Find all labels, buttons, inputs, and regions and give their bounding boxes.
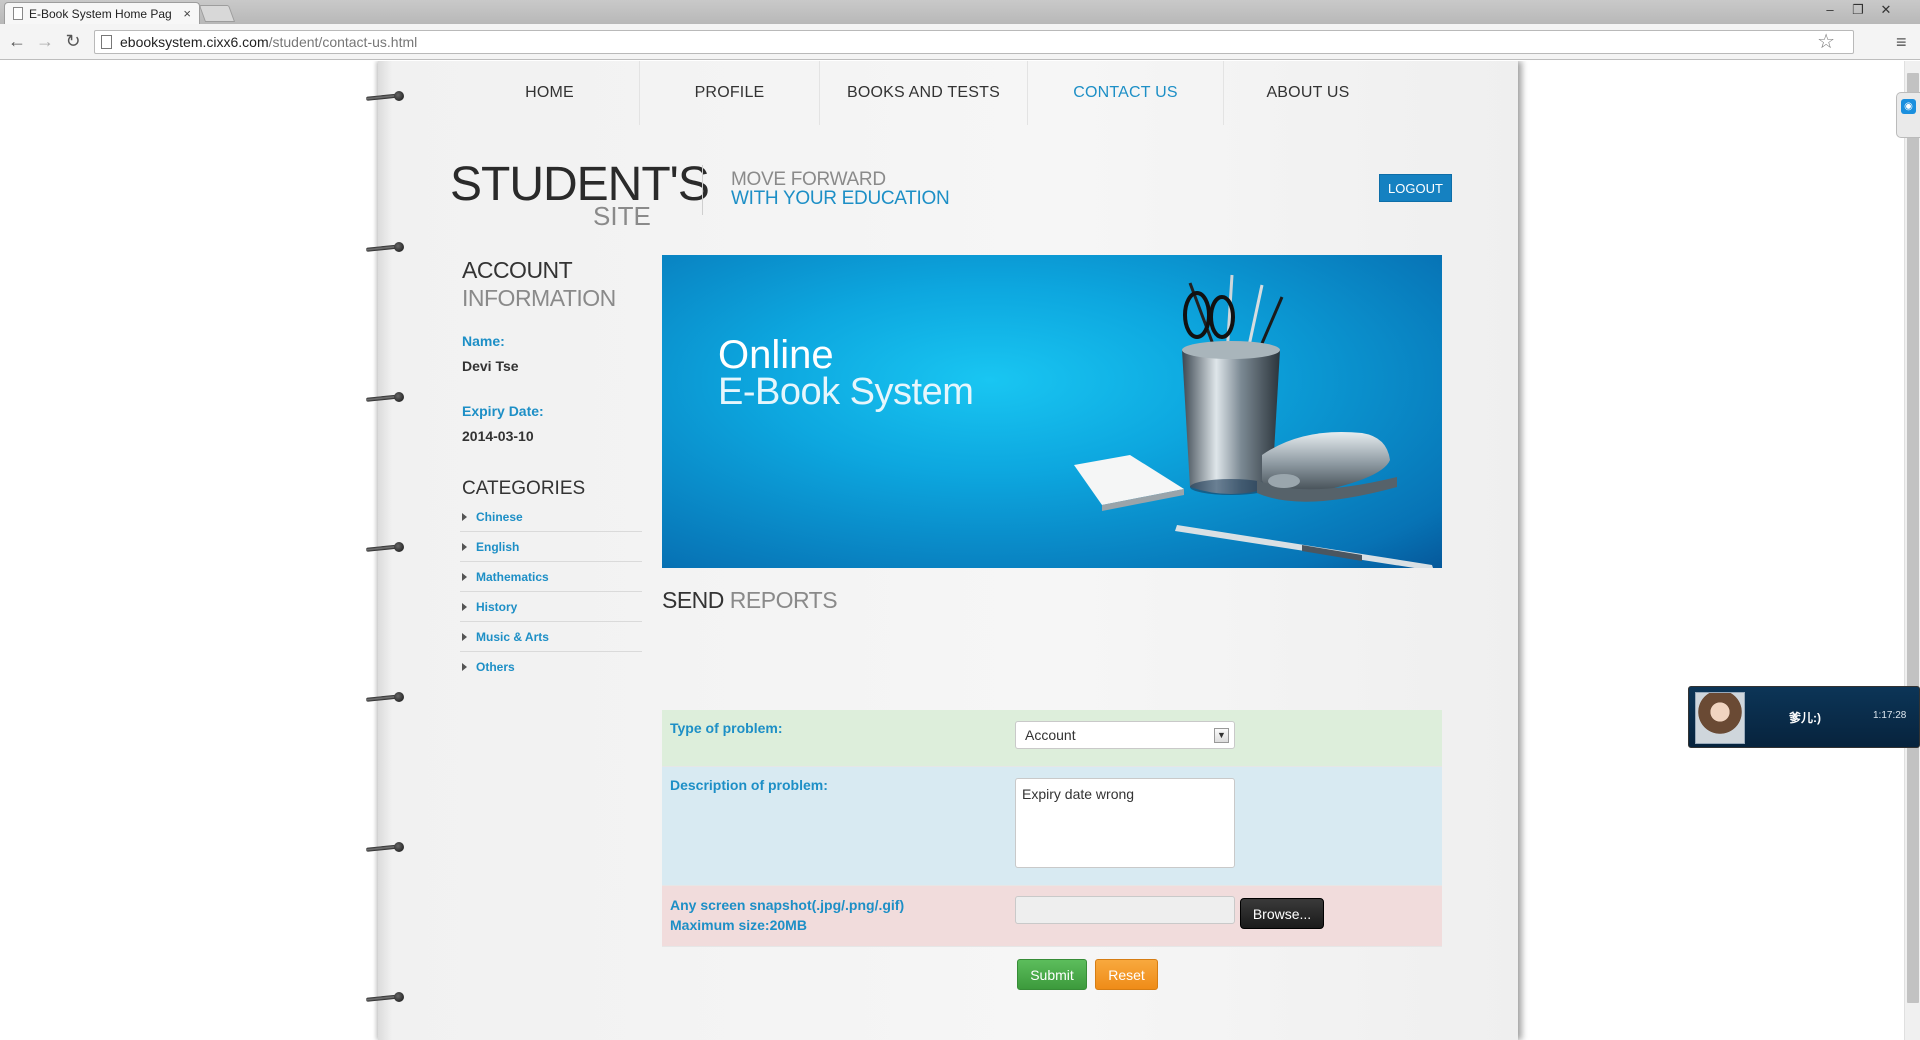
page-viewport: HOME PROFILE BOOKS AND TESTS CONTACT US … bbox=[0, 61, 1904, 1040]
binder-ring bbox=[366, 841, 406, 855]
description-label: Description of problem: bbox=[670, 777, 828, 793]
browse-button[interactable]: Browse... bbox=[1240, 898, 1324, 929]
send-reports-heading: SEND REPORTS bbox=[662, 587, 838, 614]
nav-profile[interactable]: PROFILE bbox=[640, 61, 820, 125]
logout-button[interactable]: LOGOUT bbox=[1379, 174, 1452, 202]
category-link[interactable]: Chinese bbox=[476, 510, 523, 524]
name-value: Devi Tse bbox=[462, 358, 519, 374]
new-tab-button[interactable] bbox=[198, 5, 236, 22]
name-label: Name: bbox=[462, 333, 505, 349]
bullet-arrow-icon bbox=[462, 602, 467, 611]
problem-type-label: Type of problem: bbox=[670, 720, 783, 736]
bullet-arrow-icon bbox=[462, 542, 467, 551]
address-bar[interactable]: ebooksystem.cixx6.com/student/contact-us… bbox=[94, 30, 1854, 54]
binder-ring bbox=[366, 90, 406, 104]
forward-icon[interactable]: → bbox=[34, 31, 56, 51]
url-path: /student/contact-us.html bbox=[268, 34, 418, 50]
category-link[interactable]: Others bbox=[476, 660, 515, 674]
category-item[interactable]: Mathematics bbox=[460, 562, 642, 592]
binder-ring bbox=[366, 391, 406, 405]
category-link[interactable]: English bbox=[476, 540, 519, 554]
problem-type-row: Type of problem: Account ▼ bbox=[662, 710, 1442, 767]
nav-home[interactable]: HOME bbox=[460, 61, 640, 125]
bullet-arrow-icon bbox=[462, 572, 467, 581]
bullet-arrow-icon bbox=[462, 632, 467, 641]
tab-close-icon[interactable]: × bbox=[183, 6, 191, 21]
category-item[interactable]: Music & Arts bbox=[460, 622, 642, 652]
snapshot-size-label: Maximum size:20MB bbox=[670, 917, 807, 933]
snapshot-label: Any screen snapshot(.jpg/.png/.gif) bbox=[670, 897, 905, 913]
bullet-arrow-icon bbox=[462, 512, 467, 521]
binder-ring bbox=[366, 691, 406, 705]
category-item[interactable]: History bbox=[460, 592, 642, 622]
category-link[interactable]: History bbox=[476, 600, 517, 614]
category-link[interactable]: Mathematics bbox=[476, 570, 549, 584]
browser-toolbar: ← → ↻ ebooksystem.cixx6.com/student/cont… bbox=[0, 24, 1920, 60]
browser-tab[interactable]: E-Book System Home Pag × bbox=[4, 2, 200, 24]
vertical-scrollbar[interactable] bbox=[1904, 61, 1920, 1040]
window-close-icon[interactable]: ✕ bbox=[1876, 2, 1896, 18]
binder-ring bbox=[366, 241, 406, 255]
category-link[interactable]: Music & Arts bbox=[476, 630, 549, 644]
binder-ring bbox=[366, 991, 406, 1005]
scrollbar-thumb[interactable] bbox=[1907, 73, 1919, 1003]
avatar bbox=[1695, 692, 1745, 744]
tab-title: E-Book System Home Pag bbox=[29, 6, 172, 21]
nav-about-us[interactable]: ABOUT US bbox=[1224, 61, 1392, 125]
site-brand: STUDENT'S bbox=[450, 158, 710, 211]
nav-books-and-tests[interactable]: BOOKS AND TESTS bbox=[820, 61, 1028, 125]
heading-word-send: SEND bbox=[662, 587, 724, 613]
url-host: ebooksystem.cixx6.com bbox=[120, 34, 269, 50]
page-icon bbox=[13, 7, 23, 20]
browser-menu-icon[interactable]: ≡ bbox=[1896, 32, 1912, 53]
snapshot-file-field[interactable] bbox=[1015, 896, 1235, 924]
problem-type-select[interactable]: Account ▼ bbox=[1015, 721, 1235, 749]
heading-word-reports: REPORTS bbox=[729, 587, 838, 613]
chat-notification-popup[interactable]: 爹儿:) 1:17:28 bbox=[1688, 686, 1920, 748]
site-brand-sub: SITE bbox=[593, 201, 651, 231]
back-icon[interactable]: ← bbox=[6, 31, 28, 51]
account-subheading: INFORMATION bbox=[462, 285, 616, 311]
restore-icon[interactable]: ❐ bbox=[1848, 2, 1868, 18]
chat-contact-name: 爹儿:) bbox=[1789, 711, 1821, 725]
hero-banner: Online E-Book System bbox=[662, 255, 1442, 568]
document-icon bbox=[101, 35, 112, 49]
category-item[interactable]: English bbox=[460, 532, 642, 562]
chat-time: 1:17:28 bbox=[1873, 710, 1907, 721]
minimize-icon[interactable]: – bbox=[1820, 2, 1840, 17]
expiry-date-value: 2014-03-10 bbox=[462, 428, 534, 444]
category-item[interactable]: Others bbox=[460, 652, 642, 682]
chat-app-icon: ◉ bbox=[1901, 99, 1916, 114]
browser-titlebar: E-Book System Home Pag × – ❐ ✕ bbox=[0, 0, 1920, 24]
tagline-line-2: WITH YOUR EDUCATION bbox=[731, 188, 950, 209]
reload-icon[interactable]: ↻ bbox=[62, 31, 84, 51]
problem-type-value: Account bbox=[1025, 727, 1076, 743]
header-divider bbox=[702, 165, 703, 215]
categories-list: Chinese English Mathematics History Musi… bbox=[460, 502, 642, 682]
chevron-down-icon[interactable]: ▼ bbox=[1214, 728, 1229, 743]
bullet-arrow-icon bbox=[462, 663, 467, 671]
expiry-date-label: Expiry Date: bbox=[462, 403, 544, 419]
description-textarea[interactable]: Expiry date wrong bbox=[1015, 778, 1235, 868]
description-row: Description of problem: Expiry date wron… bbox=[662, 767, 1442, 886]
account-heading: ACCOUNT bbox=[462, 257, 573, 283]
main-nav: HOME PROFILE BOOKS AND TESTS CONTACT US … bbox=[460, 61, 1392, 125]
categories-heading: CATEGORIES bbox=[462, 478, 586, 499]
category-item[interactable]: Chinese bbox=[460, 502, 642, 532]
submit-button[interactable]: Submit bbox=[1017, 959, 1087, 990]
binder-ring bbox=[366, 541, 406, 555]
nav-contact-us[interactable]: CONTACT US bbox=[1028, 61, 1224, 125]
side-widget-tab[interactable]: ◉ bbox=[1896, 92, 1920, 138]
bookmark-star-icon[interactable]: ☆ bbox=[1817, 31, 1835, 53]
reset-button[interactable]: Reset bbox=[1095, 959, 1158, 990]
banner-title-line-2: E-Book System bbox=[718, 371, 974, 413]
snapshot-row: Any screen snapshot(.jpg/.png/.gif) Maxi… bbox=[662, 886, 1442, 947]
